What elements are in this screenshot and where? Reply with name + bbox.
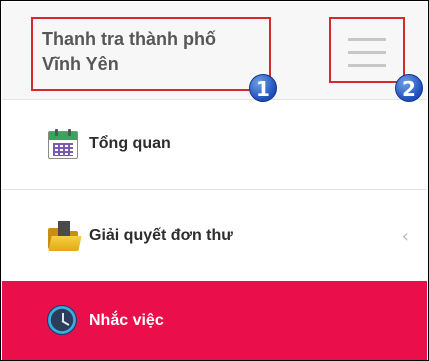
calendar-icon: [46, 127, 80, 161]
app-title-line-1: Thanh tra thành phố: [42, 29, 216, 49]
hamburger-icon-bar: [348, 38, 386, 41]
app-title-line-2: Vĩnh Yên: [42, 54, 119, 74]
app-frame: Thanh tra thành phố Vĩnh Yên 1 2 Tổng qu…: [0, 0, 429, 361]
menu-item-label: Nhắc việc: [89, 311, 164, 329]
menu-item-tong-quan[interactable]: Tổng quan: [2, 99, 427, 190]
menu-item-label: Giải quyết đơn thư: [89, 226, 233, 244]
chevron-left-icon[interactable]: ‹: [402, 226, 409, 247]
hamburger-icon-bar: [348, 64, 386, 67]
hamburger-menu-button[interactable]: [329, 17, 405, 83]
alarm-clock-icon: [46, 304, 80, 338]
menu-item-giai-quyet-don-thu[interactable]: Giải quyết đơn thư ‹: [2, 190, 427, 282]
hamburger-icon-bar: [348, 51, 386, 54]
folder-icon: [46, 219, 82, 253]
menu-item-nhac-viec[interactable]: Nhắc việc: [2, 281, 427, 360]
title-highlight-box: Thanh tra thành phố Vĩnh Yên: [31, 17, 271, 91]
callout-badge-2: 2: [395, 74, 423, 102]
callout-badge-1: 1: [249, 74, 277, 102]
menu-item-label: Tổng quan: [89, 135, 171, 152]
app-title[interactable]: Thanh tra thành phố Vĩnh Yên: [42, 27, 216, 77]
header: Thanh tra thành phố Vĩnh Yên 1 2: [2, 2, 427, 102]
